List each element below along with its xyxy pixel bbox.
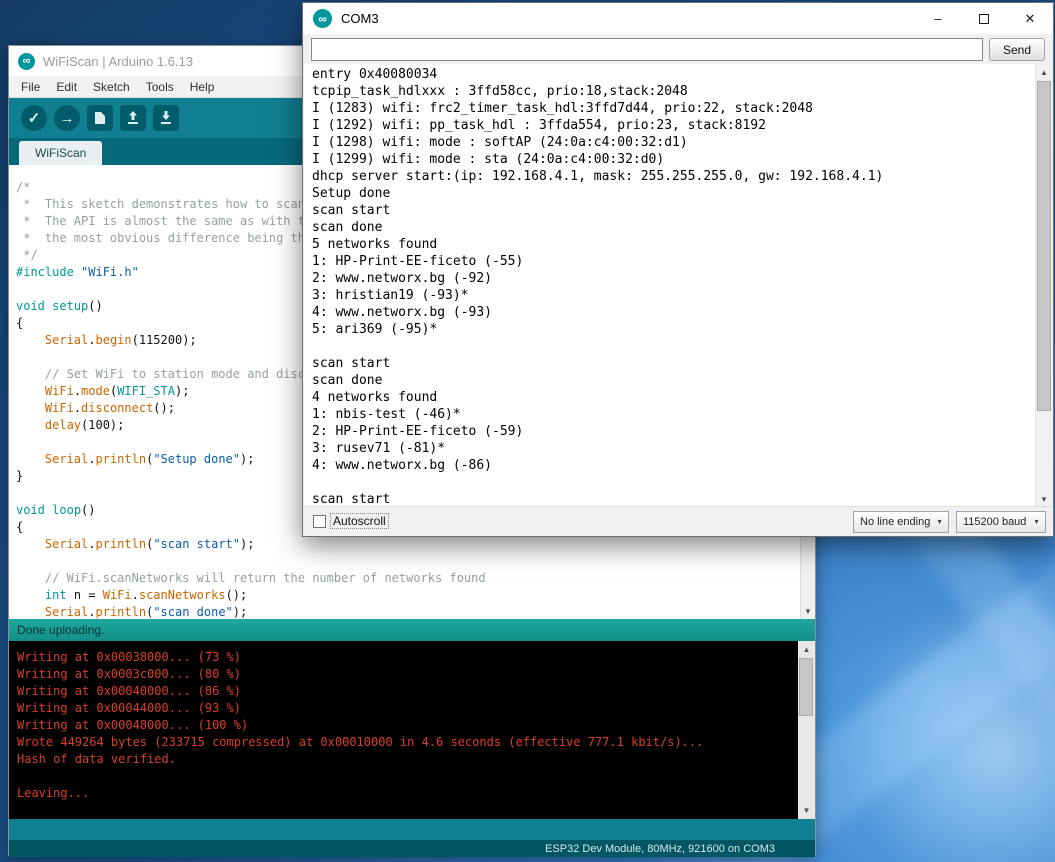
maximize-icon	[979, 14, 989, 24]
arduino-logo-icon: ∞	[18, 53, 35, 70]
console-output: Writing at 0x00038000... (73 %)Writing a…	[17, 649, 793, 802]
scroll-up-icon[interactable]: ▲	[1036, 64, 1052, 81]
send-button[interactable]: Send	[989, 38, 1045, 61]
serial-input-row: Send	[303, 34, 1053, 64]
code-line: // WiFi.scanNetworks will return the num…	[16, 570, 798, 587]
menu-tools[interactable]: Tools	[138, 80, 182, 94]
baud-rate-value: 115200 baud	[963, 516, 1026, 528]
close-icon: ✕	[1025, 11, 1036, 27]
console-line: Writing at 0x00048000... (100 %)	[17, 717, 793, 734]
menu-help[interactable]: Help	[182, 80, 223, 94]
ide-status-strip: Done uploading.	[9, 619, 815, 641]
serial-scroll-thumb[interactable]	[1037, 81, 1051, 411]
serial-output-area: entry 0x40080034 tcpip_task_hdlxxx : 3ff…	[304, 64, 1052, 508]
new-page-icon	[94, 111, 106, 125]
new-sketch-button[interactable]	[87, 105, 113, 131]
minimize-button[interactable]: –	[915, 3, 961, 34]
serial-monitor-title: COM3	[341, 11, 379, 26]
console-line: Writing at 0x00044000... (93 %)	[17, 700, 793, 717]
serial-scrollbar[interactable]: ▲ ▼	[1035, 64, 1052, 508]
autoscroll-control[interactable]: Autoscroll	[313, 514, 388, 528]
scroll-down-icon[interactable]: ▼	[801, 604, 815, 619]
autoscroll-label: Autoscroll	[331, 514, 388, 528]
console-line: Writing at 0x00040000... (86 %)	[17, 683, 793, 700]
open-sketch-button[interactable]	[120, 105, 146, 131]
console-line: Writing at 0x00038000... (73 %)	[17, 649, 793, 666]
open-arrow-up-icon	[126, 111, 140, 125]
ide-window-title: WiFiScan | Arduino 1.6.13	[43, 54, 193, 69]
wallpaper-glow	[830, 580, 1055, 862]
ide-console: Writing at 0x00038000... (73 %)Writing a…	[9, 641, 815, 819]
console-line: Writing at 0x0003c000... (80 %)	[17, 666, 793, 683]
serial-monitor-window: ∞ COM3 – ✕ Send entry 0x40080034 tcpip_t…	[302, 2, 1054, 537]
status-message: Done uploading.	[17, 623, 104, 637]
code-line	[16, 553, 798, 570]
chevron-down-icon: ▼	[1033, 519, 1040, 526]
console-line: Wrote 449264 bytes (233715 compressed) a…	[17, 734, 793, 751]
code-line: Serial.println("scan done");	[16, 604, 798, 619]
serial-monitor-bottombar: Autoscroll No line ending ▼ 115200 baud …	[303, 506, 1053, 536]
minimize-icon: –	[934, 11, 941, 26]
menu-edit[interactable]: Edit	[48, 80, 85, 94]
menu-file[interactable]: File	[13, 80, 48, 94]
serial-output-text: entry 0x40080034 tcpip_task_hdlxxx : 3ff…	[312, 66, 883, 508]
check-icon: ✓	[28, 109, 41, 127]
console-scroll-thumb[interactable]	[799, 658, 813, 716]
console-line	[17, 768, 793, 785]
console-line: Leaving...	[17, 785, 793, 802]
console-line: Hash of data verified.	[17, 751, 793, 768]
save-sketch-button[interactable]	[153, 105, 179, 131]
save-arrow-down-icon	[159, 111, 173, 125]
line-ending-dropdown[interactable]: No line ending ▼	[853, 511, 949, 533]
screen: ∞ WiFiScan | Arduino 1.6.13 FileEditSket…	[0, 0, 1055, 862]
tab-wifiscan[interactable]: WiFiScan	[19, 141, 102, 165]
close-button[interactable]: ✕	[1007, 3, 1053, 34]
baud-rate-dropdown[interactable]: 115200 baud ▼	[956, 511, 1046, 533]
console-band	[9, 819, 815, 840]
ide-statusbar: ESP32 Dev Module, 80MHz, 921600 on COM3	[9, 840, 815, 857]
verify-button[interactable]: ✓	[21, 105, 47, 131]
chevron-down-icon: ▼	[936, 519, 943, 526]
scroll-up-icon[interactable]: ▲	[798, 641, 815, 658]
board-info-text: ESP32 Dev Module, 80MHz, 921600 on COM3	[545, 843, 775, 855]
serial-monitor-titlebar[interactable]: ∞ COM3 – ✕	[303, 3, 1053, 34]
line-ending-value: No line ending	[860, 516, 930, 528]
scroll-down-icon[interactable]: ▼	[798, 802, 815, 819]
right-arrow-icon: →	[60, 110, 75, 127]
code-line: Serial.println("scan start");	[16, 536, 798, 553]
menu-sketch[interactable]: Sketch	[85, 80, 138, 94]
console-scrollbar[interactable]: ▲ ▼	[798, 641, 815, 819]
window-controls: – ✕	[915, 3, 1053, 34]
arduino-logo-icon: ∞	[313, 9, 332, 28]
maximize-button[interactable]	[961, 3, 1007, 34]
upload-button[interactable]: →	[54, 105, 80, 131]
autoscroll-checkbox[interactable]	[313, 515, 326, 528]
serial-send-input[interactable]	[311, 38, 983, 61]
code-line: int n = WiFi.scanNetworks();	[16, 587, 798, 604]
